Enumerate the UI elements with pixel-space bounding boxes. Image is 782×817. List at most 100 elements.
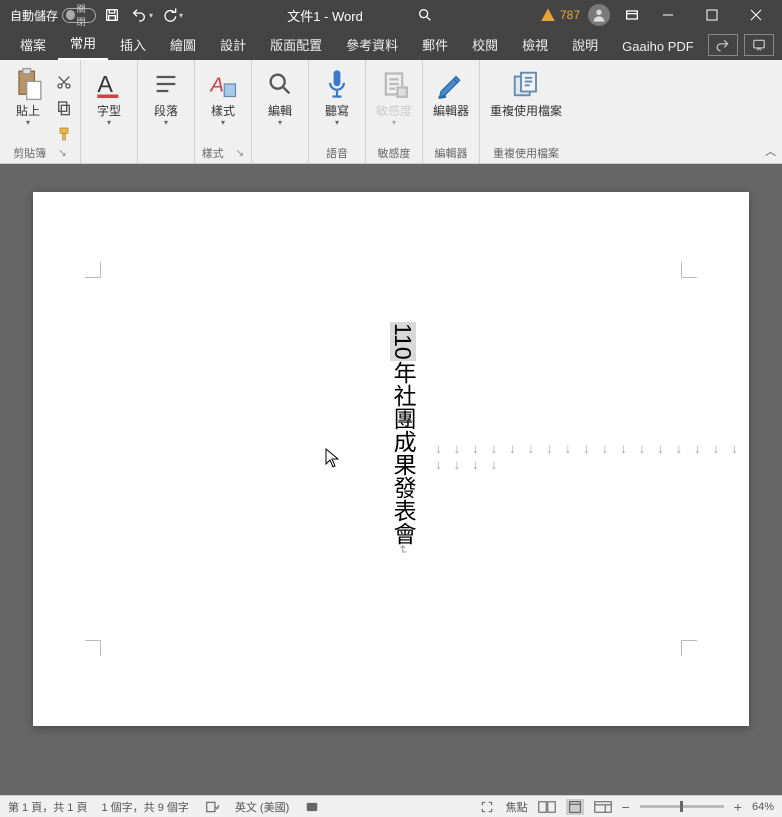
editor-group-label: 編輯器 — [435, 145, 468, 161]
find-icon — [262, 66, 298, 102]
word-count[interactable]: 1 個字，共 9 個字 — [101, 799, 188, 815]
cut-icon[interactable] — [54, 72, 74, 92]
undo-icon[interactable]: ▾ — [128, 1, 156, 29]
web-layout-icon[interactable] — [594, 799, 612, 815]
dictate-label: 聽寫 — [325, 104, 349, 118]
tab-references[interactable]: 參考資料 — [334, 29, 410, 60]
paste-button[interactable]: 貼上▾ — [6, 64, 50, 136]
editing-button[interactable]: 編輯▾ — [258, 64, 302, 136]
launcher-icon[interactable]: ↘ — [236, 148, 244, 159]
tab-file[interactable]: 檔案 — [8, 29, 58, 60]
tab-draw[interactable]: 繪圖 — [158, 29, 208, 60]
search-icon[interactable] — [411, 1, 439, 29]
reuse-group-label: 重複使用檔案 — [493, 145, 559, 161]
launcher-icon[interactable]: ↘ — [58, 148, 66, 159]
status-bar: 第 1 頁，共 1 頁 1 個字，共 9 個字 英文 (美國) 焦點 − + 6… — [0, 795, 782, 817]
language-status[interactable]: 英文 (美國) — [235, 799, 289, 815]
font-button[interactable]: A 字型▾ — [87, 64, 131, 136]
styles-button[interactable]: A 樣式▾ — [201, 64, 245, 136]
slider-thumb[interactable] — [680, 801, 683, 812]
font-label: 字型 — [97, 104, 121, 118]
editor-button[interactable]: 編輯器 — [429, 64, 473, 136]
minimize-button[interactable] — [646, 0, 690, 30]
sensitivity-icon — [376, 66, 412, 102]
editing-label: 編輯 — [268, 104, 292, 118]
ribbon-tabs: 檔案 常用 插入 繪圖 設計 版面配置 參考資料 郵件 校閱 檢視 說明 Gaa… — [0, 30, 782, 60]
spellcheck-icon[interactable] — [203, 799, 221, 815]
styles-icon: A — [205, 66, 241, 102]
document-text[interactable]: 110年社團成果發表會↵ — [391, 322, 415, 555]
margin-corner — [85, 262, 101, 278]
format-painter-icon[interactable] — [54, 124, 74, 144]
copy-icon[interactable] — [54, 98, 74, 118]
group-reuse: 重複使用檔案 重複使用檔案 — [480, 60, 572, 163]
zoom-percent[interactable]: 64% — [752, 801, 774, 813]
read-mode-icon[interactable] — [538, 799, 556, 815]
tab-review[interactable]: 校閱 — [460, 29, 510, 60]
tab-gaaiho-pdf[interactable]: Gaaiho PDF — [610, 33, 706, 60]
group-sensitivity: 敏感度▾ 敏感度 — [366, 60, 423, 163]
toggle-off-icon: 關閉 — [62, 8, 96, 23]
zoom-slider[interactable] — [640, 805, 724, 808]
account-icon[interactable] — [588, 4, 610, 26]
paste-label: 貼上 — [16, 104, 40, 118]
selected-text[interactable]: 110 — [390, 322, 416, 361]
ribbon-display-icon[interactable] — [618, 1, 646, 29]
svg-text:A: A — [97, 71, 113, 97]
tab-layout[interactable]: 版面配置 — [258, 29, 334, 60]
sensitivity-button[interactable]: 敏感度▾ — [372, 64, 416, 136]
paste-icon — [10, 66, 46, 102]
paragraph-button[interactable]: 段落▾ — [144, 64, 188, 136]
tab-marks: ↓ ↓ ↓ ↓ ↓ ↓ ↓ ↓ ↓ ↓ ↓ ↓ ↓ ↓ ↓ ↓ ↓ ↓ ↓ ↓ … — [435, 442, 749, 474]
voice-group-label: 語音 — [326, 145, 348, 161]
tab-design[interactable]: 設計 — [208, 29, 258, 60]
tab-home[interactable]: 常用 — [58, 27, 108, 60]
paragraph-icon — [148, 66, 184, 102]
tab-mailings[interactable]: 郵件 — [410, 29, 460, 60]
tab-view[interactable]: 檢視 — [510, 29, 560, 60]
document-page[interactable]: 110年社團成果發表會↵ ↓ ↓ ↓ ↓ ↓ ↓ ↓ ↓ ↓ ↓ ↓ ↓ ↓ ↓… — [33, 192, 749, 726]
reuse-files-label: 重複使用檔案 — [490, 104, 562, 118]
zoom-in-button[interactable]: + — [734, 799, 742, 815]
svg-text:A: A — [210, 75, 224, 97]
paragraph-mark-icon: ↵ — [396, 545, 410, 555]
document-title: 文件1 - Word — [287, 6, 363, 25]
group-font-collapsed: A 字型▾ . — [81, 60, 138, 163]
zoom-out-button[interactable]: − — [622, 799, 630, 815]
collapse-ribbon-icon[interactable]: ︿ — [765, 143, 776, 159]
autosave-toggle[interactable]: 自動儲存 關閉 — [10, 7, 96, 24]
dictate-button[interactable]: 聽寫▾ — [315, 64, 359, 136]
autosave-label: 自動儲存 — [10, 7, 58, 24]
reuse-files-button[interactable]: 重複使用檔案 — [486, 64, 566, 136]
margin-corner — [85, 640, 101, 656]
group-styles: A 樣式▾ 樣式↘ — [195, 60, 252, 163]
reuse-files-icon — [508, 66, 544, 102]
tab-help[interactable]: 說明 — [560, 29, 610, 60]
group-voice: 聽寫▾ 語音 — [309, 60, 366, 163]
margin-corner — [681, 640, 697, 656]
accessibility-icon[interactable] — [303, 799, 321, 815]
close-button[interactable] — [734, 0, 778, 30]
body-text[interactable]: 年社團成果發表會 — [390, 361, 416, 545]
warning-count: 787 — [560, 8, 580, 22]
warning-badge[interactable]: 787 — [540, 7, 580, 23]
share-button[interactable] — [708, 34, 738, 56]
focus-mode-icon[interactable] — [478, 799, 496, 815]
group-clipboard: 貼上▾ 剪貼簿↘ — [0, 60, 81, 163]
margin-corner — [681, 262, 697, 278]
focus-label[interactable]: 焦點 — [506, 799, 528, 815]
ribbon: 貼上▾ 剪貼簿↘ A 字型▾ . 段落▾ . — [0, 60, 782, 164]
paragraph-label: 段落 — [154, 104, 178, 118]
document-area[interactable]: 110年社團成果發表會↵ ↓ ↓ ↓ ↓ ↓ ↓ ↓ ↓ ↓ ↓ ↓ ↓ ↓ ↓… — [0, 164, 782, 795]
sensitivity-label: 敏感度 — [376, 104, 412, 118]
save-icon[interactable] — [98, 1, 126, 29]
page-status[interactable]: 第 1 頁，共 1 頁 — [8, 799, 87, 815]
comments-button[interactable] — [744, 34, 774, 56]
tab-insert[interactable]: 插入 — [108, 29, 158, 60]
group-editor: 編輯器 編輯器 — [423, 60, 480, 163]
redo-icon[interactable]: ▾ — [158, 1, 186, 29]
editor-label: 編輯器 — [433, 104, 469, 118]
microphone-icon — [319, 66, 355, 102]
print-layout-icon[interactable] — [566, 799, 584, 815]
maximize-button[interactable] — [690, 0, 734, 30]
